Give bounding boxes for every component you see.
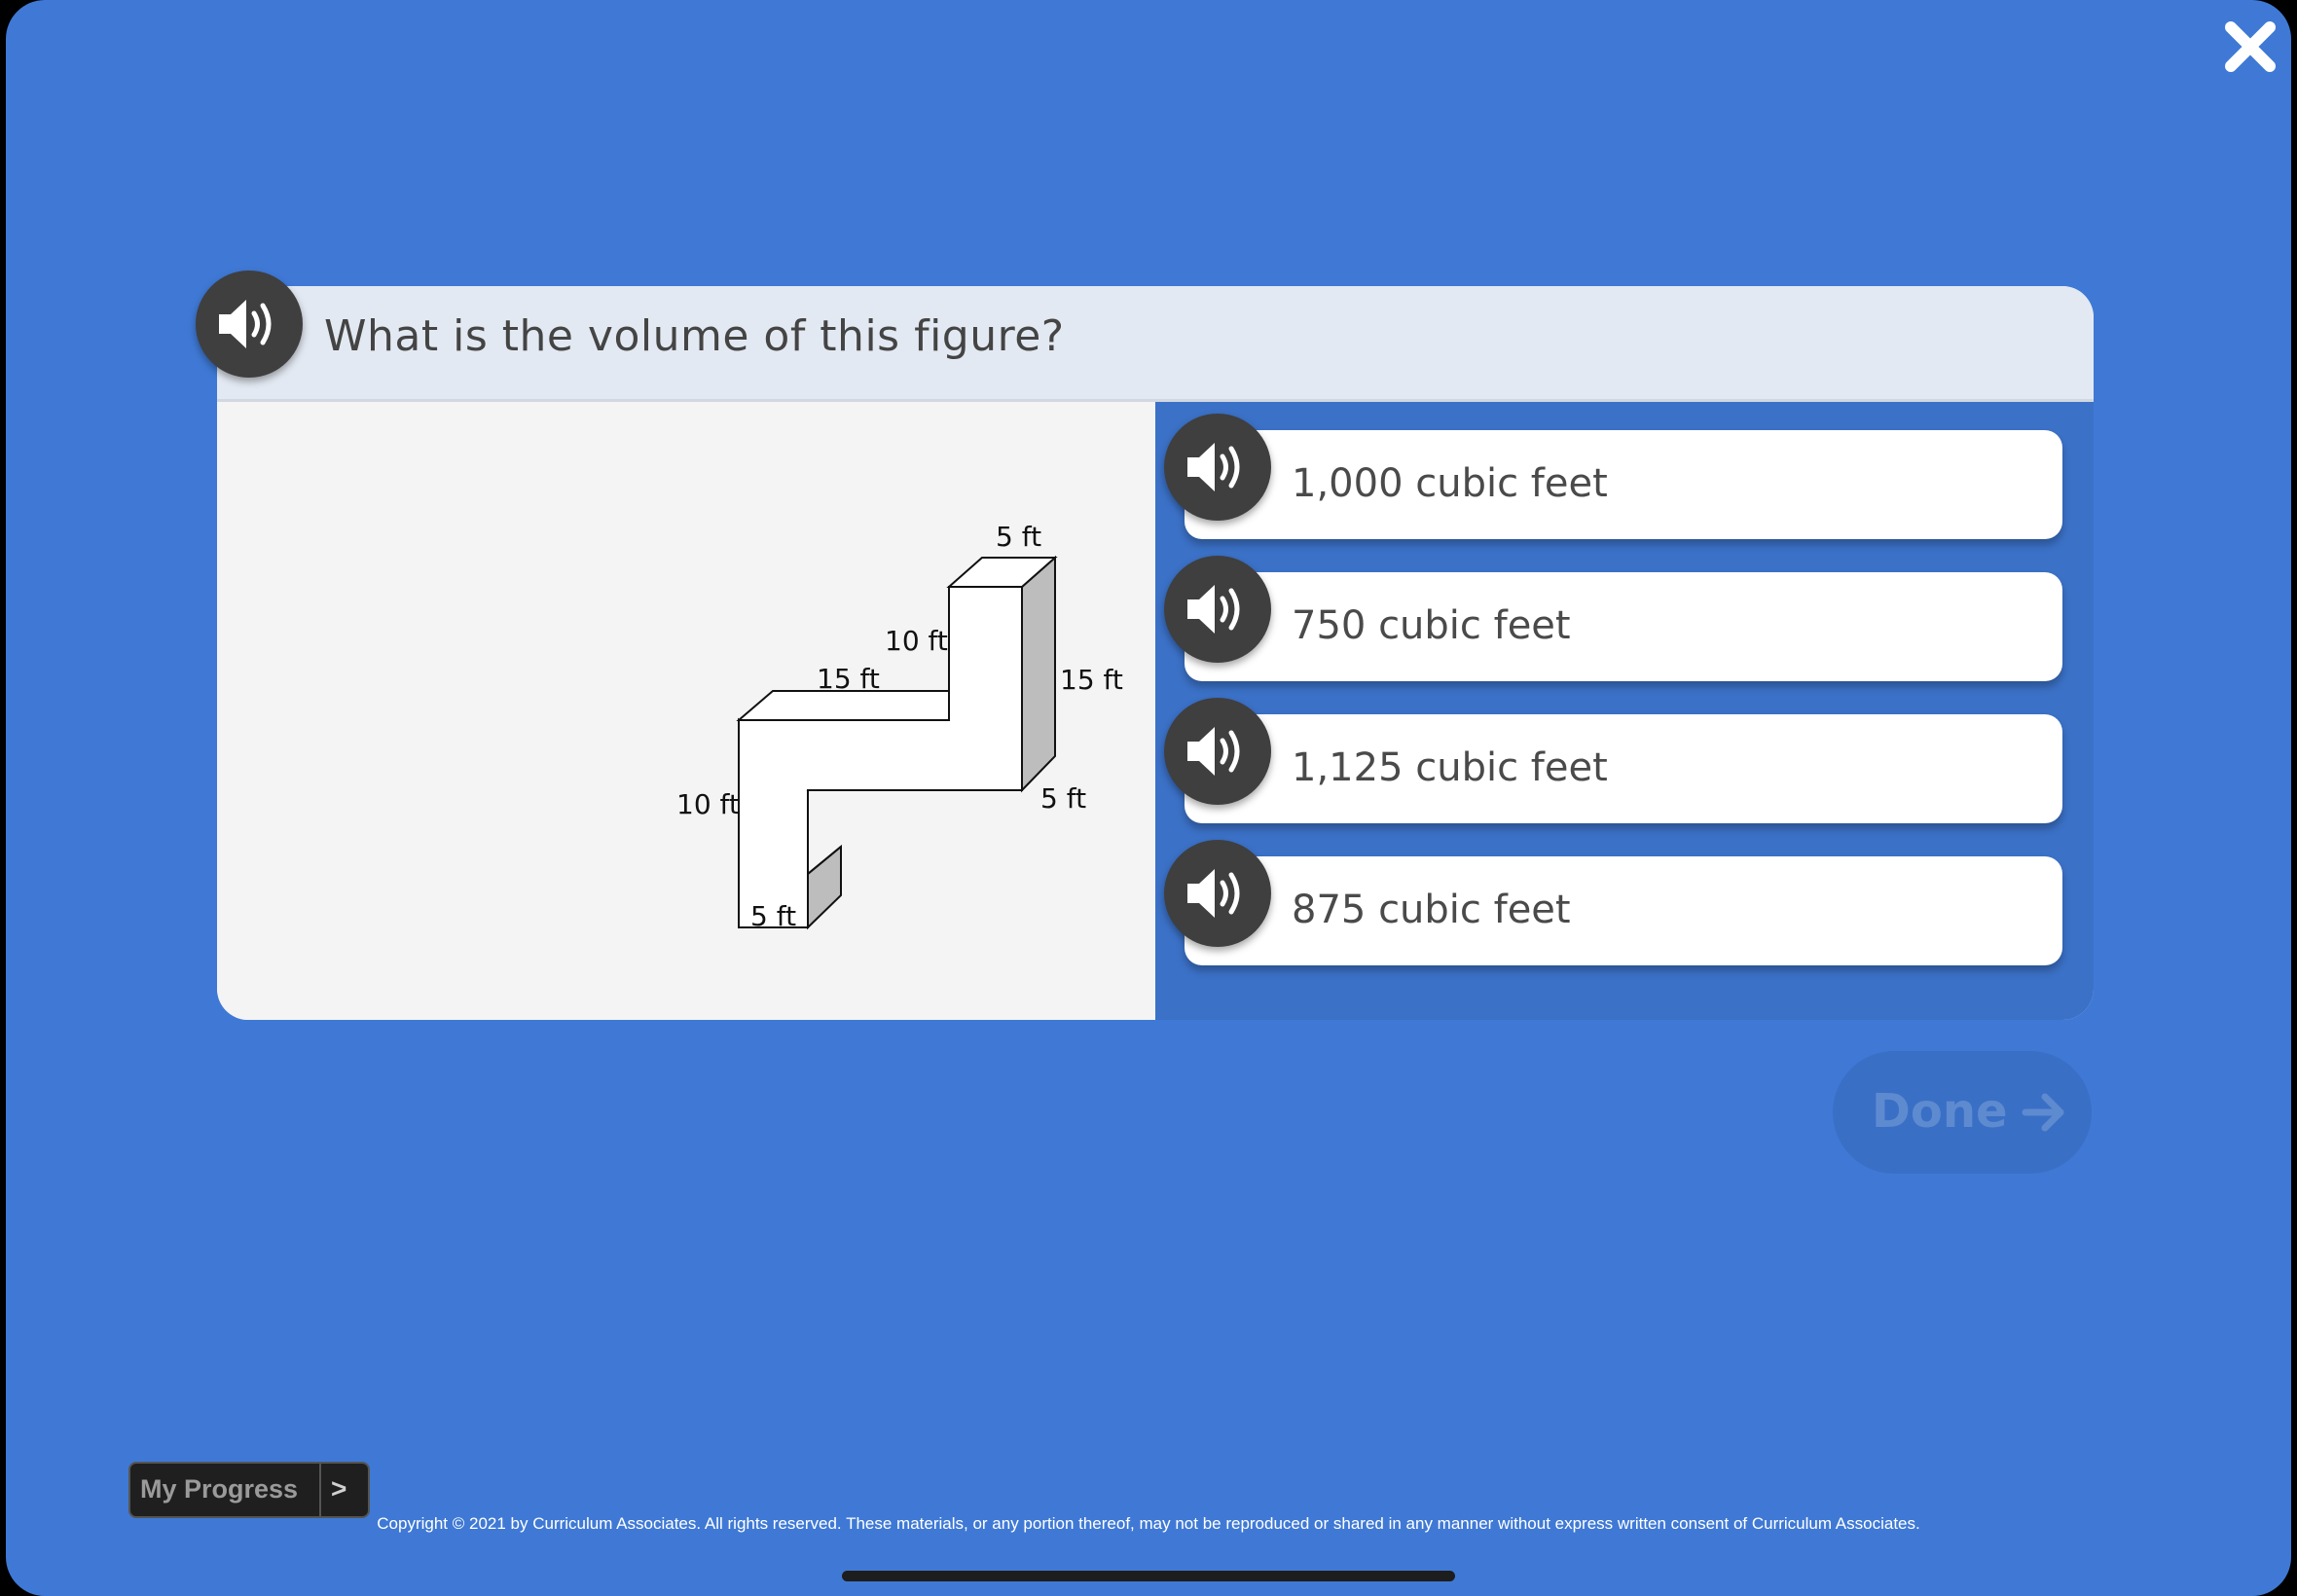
- done-label: Done: [1872, 1084, 2008, 1139]
- done-button[interactable]: Done: [1833, 1051, 2092, 1174]
- answer-4-audio-button[interactable]: [1164, 840, 1271, 947]
- answer-3-audio-button[interactable]: [1164, 698, 1271, 805]
- question-audio-button[interactable]: [196, 271, 303, 378]
- copyright-text: Copyright © 2021 by Curriculum Associate…: [377, 1514, 1920, 1533]
- answer-1-audio-button[interactable]: [1164, 414, 1271, 521]
- answer-label: 875 cubic feet: [1292, 888, 1571, 932]
- speaker-icon: [1187, 869, 1240, 918]
- question-card: What is the volume of this figure? 5 ft …: [217, 286, 2094, 1020]
- label-upper-left-height: 10 ft: [885, 625, 948, 657]
- answer-label: 1,125 cubic feet: [1292, 745, 1608, 790]
- label-lower-left-height: 10 ft: [676, 788, 740, 820]
- close-icon: [2225, 21, 2276, 72]
- answer-option-2[interactable]: 750 cubic feet: [1185, 572, 2062, 681]
- answers-pane: 1,000 cubic feet 750 cubic feet 1,125 cu…: [1155, 402, 2094, 1020]
- answer-label: 750 cubic feet: [1292, 603, 1571, 648]
- label-top-width: 5 ft: [996, 521, 1041, 553]
- speaker-icon: [1187, 727, 1240, 776]
- speaker-icon: [1187, 443, 1240, 491]
- app-screen: What is the volume of this figure? 5 ft …: [6, 0, 2291, 1596]
- my-progress-label: My Progress: [140, 1474, 299, 1504]
- answer-2-audio-button[interactable]: [1164, 556, 1271, 663]
- arrow-right-icon: [2022, 1093, 2064, 1132]
- question-header: What is the volume of this figure?: [217, 286, 2094, 402]
- answer-option-1[interactable]: 1,000 cubic feet: [1185, 430, 2062, 539]
- close-button[interactable]: [2221, 18, 2279, 76]
- label-upper-right-height: 15 ft: [1060, 664, 1123, 696]
- home-indicator[interactable]: [842, 1571, 1455, 1581]
- answer-label: 1,000 cubic feet: [1292, 461, 1608, 506]
- answer-option-4[interactable]: 875 cubic feet: [1185, 856, 2062, 965]
- label-lower-right-depth: 5 ft: [1040, 782, 1086, 815]
- composite-figure: 5 ft 10 ft 15 ft 15 ft 10 ft 5 ft 5 ft: [676, 521, 1123, 932]
- speaker-icon: [1187, 585, 1240, 634]
- label-middle-length: 15 ft: [817, 663, 880, 695]
- divider: [319, 1464, 321, 1516]
- my-progress-button[interactable]: My Progress >: [128, 1462, 370, 1518]
- figure-pane: 5 ft 10 ft 15 ft 15 ft 10 ft 5 ft 5 ft: [217, 402, 1155, 1020]
- label-bottom-width: 5 ft: [750, 900, 796, 932]
- chevron-right-icon: >: [331, 1473, 347, 1504]
- question-text: What is the volume of this figure?: [324, 311, 1065, 361]
- speaker-icon: [219, 300, 272, 348]
- answer-option-3[interactable]: 1,125 cubic feet: [1185, 714, 2062, 823]
